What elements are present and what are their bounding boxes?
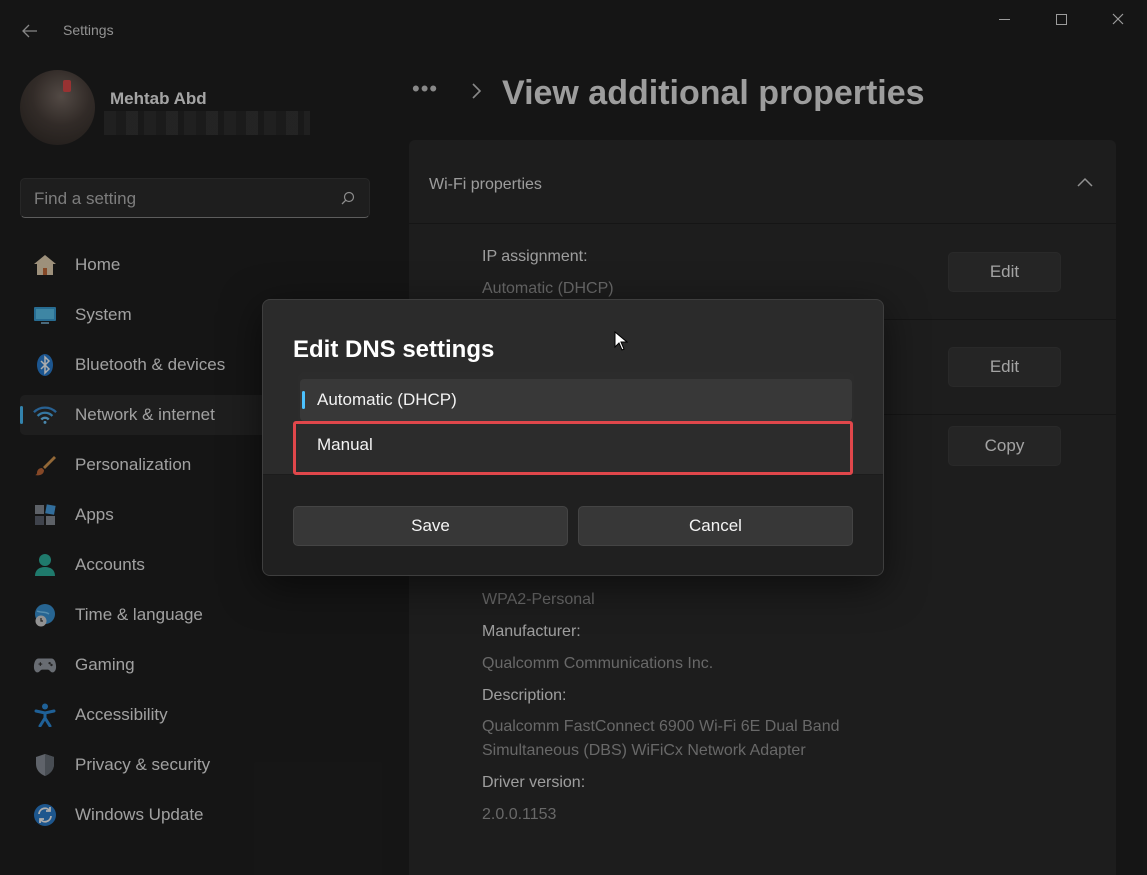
dialog-title: Edit DNS settings (293, 336, 495, 363)
manual-option-highlight (293, 421, 853, 475)
option-label: Automatic (DHCP) (317, 390, 457, 409)
save-button[interactable]: Save (293, 506, 568, 546)
dropdown-option-automatic[interactable]: Automatic (DHCP) (300, 379, 852, 421)
dialog-footer: Save Cancel (263, 474, 883, 575)
edit-dns-dialog: Edit DNS settings Automatic (DHCP) Manua… (262, 299, 884, 576)
mouse-cursor-icon (614, 331, 628, 351)
cancel-button[interactable]: Cancel (578, 506, 853, 546)
